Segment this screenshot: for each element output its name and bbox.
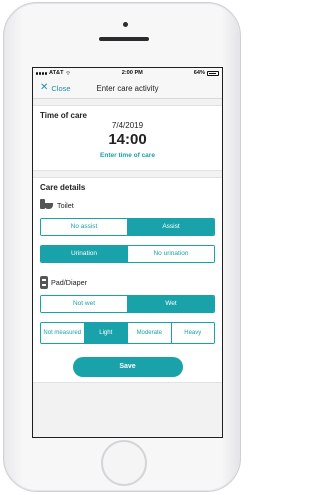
diaper-label: Pad/Diaper [51,277,87,287]
no-urination-option[interactable]: No urination [127,246,214,262]
light-option[interactable]: Light [83,323,127,343]
urination-toggle: Urination No urination [40,245,215,263]
save-button[interactable]: Save [72,357,183,377]
enter-time-link[interactable]: Enter time of care [33,152,222,159]
assist-toggle: No assist Assist [40,218,215,236]
care-date: 7/4/2019 [111,121,144,130]
care-details-heading: Care details [40,183,86,192]
battery-percent: 64% [193,70,205,76]
toilet-label: Toilet [57,200,74,210]
urination-option[interactable]: Urination [41,246,127,262]
camera-dot [123,22,128,27]
carrier: AT&T [49,70,64,76]
app-screen: AT&T ⌔ 2:00 PM 64% ✕ Close Enter care ac… [32,67,223,438]
wifi-icon: ⌔ [65,70,71,77]
moderate-option[interactable]: Moderate [127,323,171,343]
home-button[interactable] [101,440,147,486]
close-button[interactable]: ✕ Close [40,83,71,93]
wet-option[interactable]: Wet [127,296,214,312]
time-of-care-heading: Time of care [40,111,87,120]
care-time: 14:00 [108,131,147,148]
not-wet-option[interactable]: Not wet [41,296,127,312]
wetness-level-toggle: Not measured Light Moderate Heavy [40,322,215,344]
status-time: 2:00 PM [121,70,143,76]
status-bar: AT&T ⌔ 2:00 PM 64% [33,68,222,78]
phone-frame: AT&T ⌔ 2:00 PM 64% ✕ Close Enter care ac… [3,2,241,492]
toilet-icon [40,199,54,211]
earpiece-speaker [99,37,149,41]
close-label: Close [51,83,71,93]
heavy-option[interactable]: Heavy [170,323,214,343]
toilet-row: Toilet [33,192,222,214]
care-details-card: Care details Toilet No assist Assist Uri… [33,177,222,383]
wet-toggle: Not wet Wet [40,295,215,313]
assist-option[interactable]: Assist [127,219,214,235]
nav-bar: ✕ Close Enter care activity [33,78,222,99]
close-icon: ✕ [40,82,49,93]
signal-icon [36,71,47,75]
no-assist-option[interactable]: No assist [41,219,127,235]
time-of-care-card: Time of care 7/4/2019 14:00 Enter time o… [33,105,222,171]
diaper-row: Pad/Diaper [33,269,222,291]
battery-icon [206,70,219,76]
not-measured-option[interactable]: Not measured [41,323,84,343]
diaper-icon [40,275,48,289]
